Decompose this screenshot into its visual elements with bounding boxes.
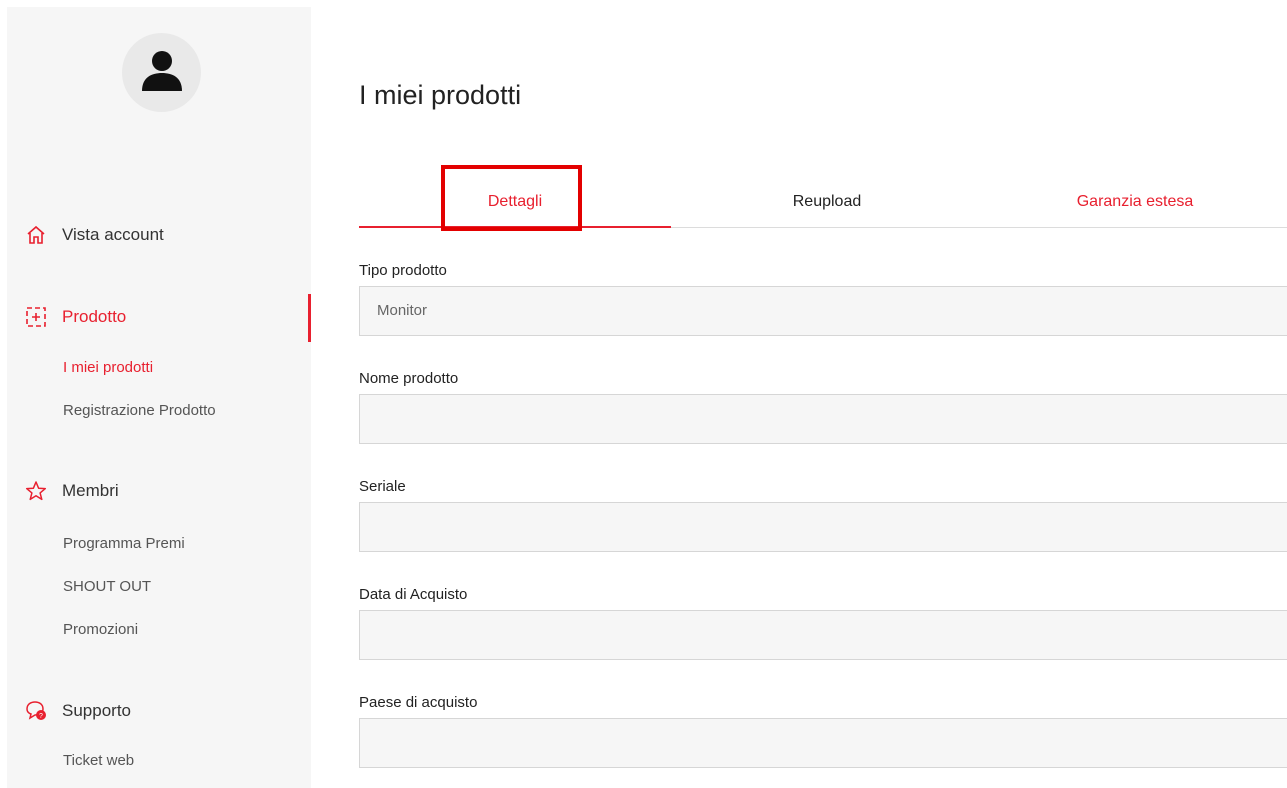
sidebar-subitem-i-miei-prodotti[interactable]: I miei prodotti [63, 359, 153, 376]
star-icon [24, 479, 48, 503]
user-icon [142, 51, 182, 91]
sidebar-item-label: Vista account [62, 225, 164, 244]
paese-acquisto-field[interactable] [359, 718, 1287, 768]
tab-dettagli[interactable]: Dettagli [359, 176, 671, 227]
sidebar-subitem-ticket-web[interactable]: Ticket web [63, 752, 134, 769]
sidebar-item-membri[interactable]: Membri [7, 471, 311, 511]
sidebar-subitem-promozioni[interactable]: Promozioni [63, 621, 138, 638]
field-label-tipo-prodotto: Tipo prodotto [359, 262, 447, 279]
field-label-paese-acquisto: Paese di acquisto [359, 694, 478, 711]
tab-reupload[interactable]: Reupload [671, 176, 983, 227]
home-icon [24, 223, 48, 247]
field-label-nome-prodotto: Nome prodotto [359, 370, 459, 387]
tab-bar: Dettagli Reupload Garanzia estesa [359, 176, 1287, 228]
field-label-data-acquisto: Data di Acquisto [359, 586, 468, 603]
svg-text:?: ? [39, 713, 43, 720]
active-tab-underline [359, 226, 671, 228]
sidebar-item-label: Supporto [62, 701, 131, 720]
seriale-field[interactable] [359, 502, 1287, 552]
field-label-seriale: Seriale [359, 478, 406, 495]
sidebar-item-label: Membri [62, 481, 119, 500]
sidebar: Vista account Prodotto I miei prodotti R… [7, 7, 311, 788]
sidebar-item-label: Prodotto [62, 307, 127, 326]
sidebar-item-vista-account[interactable]: Vista account [7, 215, 311, 255]
sidebar-subitem-shout-out[interactable]: SHOUT OUT [63, 578, 151, 595]
sidebar-item-prodotto[interactable]: Prodotto [7, 297, 311, 337]
sidebar-item-supporto[interactable]: ? Supporto [7, 691, 311, 731]
product-frame-icon [24, 305, 48, 329]
sidebar-subitem-registrazione-prodotto[interactable]: Registrazione Prodotto [63, 402, 216, 419]
tab-garanzia-estesa[interactable]: Garanzia estesa [983, 176, 1287, 227]
data-acquisto-field[interactable] [359, 610, 1287, 660]
active-indicator [308, 294, 311, 342]
support-chat-icon: ? [24, 699, 48, 723]
avatar[interactable] [122, 33, 201, 112]
tipo-prodotto-field[interactable]: Monitor [359, 286, 1287, 336]
sidebar-subitem-programma-premi[interactable]: Programma Premi [63, 535, 185, 552]
page-title: I miei prodotti [359, 80, 522, 110]
nome-prodotto-field[interactable] [359, 394, 1287, 444]
